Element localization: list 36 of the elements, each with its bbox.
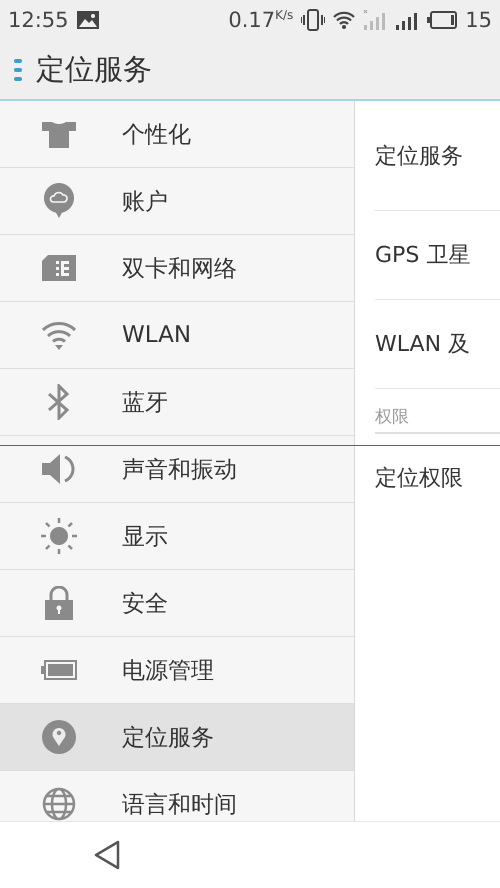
lock-icon: [44, 586, 74, 620]
bluetooth-icon: [47, 384, 71, 420]
network-speed: 0.17$^{K/s}$: [228, 8, 294, 32]
shirt-icon: [42, 120, 76, 148]
menu-icon[interactable]: [14, 58, 22, 82]
page-title: 定位服务: [36, 50, 152, 88]
battery-icon: [427, 11, 458, 29]
settings-item[interactable]: 安全: [0, 570, 354, 637]
battery-icon: [41, 660, 77, 680]
wifi-icon: [333, 11, 356, 29]
sun-icon: [41, 518, 77, 554]
battery-level: 15: [465, 8, 492, 32]
image-icon: [76, 11, 99, 29]
settings-option[interactable]: GPS 卫星: [375, 211, 500, 300]
back-icon[interactable]: [94, 840, 120, 870]
settings-option[interactable]: 定位服务: [375, 101, 500, 211]
vibrate-icon: [301, 9, 326, 31]
cloud-icon: [44, 183, 74, 219]
wifi-icon: [41, 320, 77, 350]
settings-item[interactable]: WLAN: [0, 302, 354, 369]
settings-option[interactable]: WLAN 及: [375, 300, 500, 389]
signal-icon: [363, 10, 388, 30]
speaker-icon: [42, 453, 76, 485]
settings-item[interactable]: 双卡和网络: [0, 235, 354, 302]
section-header: 权限: [375, 389, 500, 434]
status-time: 12:55: [8, 8, 69, 32]
settings-item[interactable]: 蓝牙: [0, 369, 354, 436]
location-pin-icon: [42, 720, 76, 754]
settings-item[interactable]: 显示: [0, 503, 354, 570]
sim-card-icon: [42, 255, 76, 281]
settings-item[interactable]: 定位服务: [0, 704, 354, 771]
settings-item[interactable]: 个性化: [0, 101, 354, 168]
signal-icon: [395, 10, 420, 30]
globe-icon: [42, 787, 76, 821]
settings-option[interactable]: 定位权限: [375, 434, 500, 522]
settings-item[interactable]: 账户: [0, 168, 354, 235]
